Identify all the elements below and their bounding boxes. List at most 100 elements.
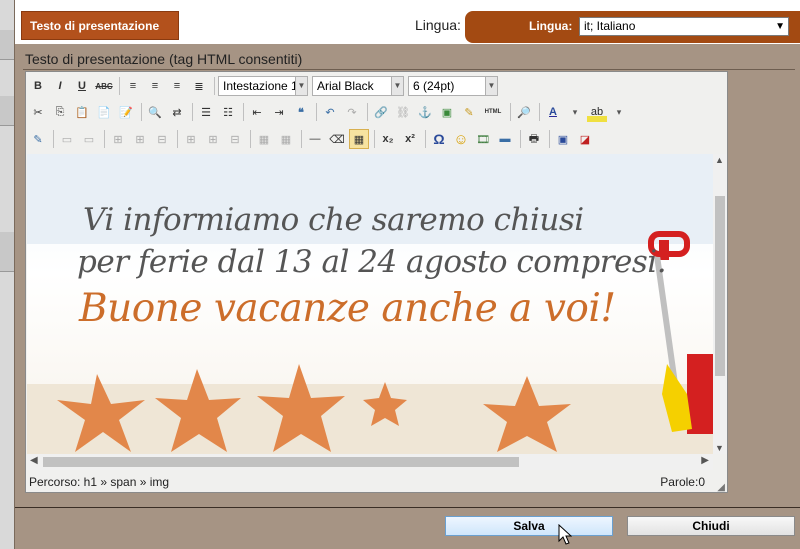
indent-icon[interactable]: ⇥ [269, 102, 289, 122]
paste-icon[interactable]: 📋 [72, 102, 92, 122]
redo-icon[interactable]: ↷ [342, 102, 362, 122]
numbered-list-icon[interactable]: ☷ [218, 102, 238, 122]
cleanup-icon[interactable]: ✎ [459, 102, 479, 122]
delete-row-icon[interactable]: ⊟ [152, 129, 172, 149]
html-source-button[interactable]: HTML [481, 102, 505, 122]
bold-button[interactable]: B [28, 76, 48, 96]
element-path[interactable]: Percorso: h1 » span » img [29, 472, 169, 492]
toolbar-row-1: B I U ABC ≡ ≡ ≡ ≣ Intestazione 1 ▼ Arial… [28, 74, 502, 98]
align-justify-icon[interactable]: ≣ [189, 76, 209, 96]
insert-row-after-icon[interactable]: ⊞ [130, 129, 150, 149]
table-icon[interactable]: ▦ [349, 129, 369, 149]
highlight-color-icon[interactable]: ab [587, 102, 607, 122]
preview-icon[interactable]: 🔎 [514, 102, 534, 122]
undo-icon[interactable]: ↶ [320, 102, 340, 122]
separator [301, 130, 302, 148]
insert-col-before-icon[interactable]: ⊞ [181, 129, 201, 149]
outdent-icon[interactable]: ⇤ [247, 102, 267, 122]
separator [374, 130, 375, 148]
language-select[interactable]: it; Italiano ▼ [579, 17, 789, 36]
horizontal-rule-icon[interactable]: — [305, 129, 325, 149]
separator [192, 103, 193, 121]
edit-icon[interactable]: ✎ [28, 129, 48, 149]
save-button[interactable]: Salva [445, 516, 613, 536]
delete-col-icon[interactable]: ⊟ [225, 129, 245, 149]
copy-icon[interactable]: ⎘ [50, 102, 70, 122]
strikethrough-button[interactable]: ABC [94, 76, 114, 96]
font-family-select[interactable]: Arial Black ▼ [312, 76, 404, 96]
chevron-down-icon: ▼ [485, 77, 497, 95]
cut-icon[interactable]: ✂ [28, 102, 48, 122]
format-select[interactable]: Intestazione 1 ▼ [218, 76, 308, 96]
separator [119, 77, 120, 95]
scroll-left-icon[interactable]: ◀ [30, 455, 38, 466]
fullscreen-icon[interactable]: ▣ [553, 129, 573, 149]
separator [549, 130, 550, 148]
align-right-icon[interactable]: ≡ [167, 76, 187, 96]
anchor-icon[interactable]: ⚓ [415, 102, 435, 122]
link-icon[interactable]: 🔗 [371, 102, 391, 122]
align-center-icon[interactable]: ≡ [145, 76, 165, 96]
font-size-select[interactable]: 6 (24pt) ▼ [408, 76, 498, 96]
content-line-1: Vi informiamo che saremo chiusi [83, 202, 584, 238]
align-left-icon[interactable]: ≡ [123, 76, 143, 96]
print-icon[interactable]: 🖶 [524, 129, 544, 149]
unlink-icon[interactable]: ⛓ [393, 102, 413, 122]
separator [316, 103, 317, 121]
table-row-icon[interactable]: ▭ [57, 129, 77, 149]
emoticon-icon[interactable]: ☺ [451, 129, 471, 149]
scroll-right-icon[interactable]: ▶ [701, 455, 709, 466]
visual-aid-icon[interactable]: ◪ [575, 129, 595, 149]
chevron-down-icon: ▼ [295, 77, 307, 95]
horizontal-scrollbar[interactable]: ◀ ▶ [27, 454, 713, 470]
chevron-down-icon[interactable]: ▾ [565, 102, 585, 122]
find-icon[interactable]: 🔍 [145, 102, 165, 122]
insert-col-after-icon[interactable]: ⊞ [203, 129, 223, 149]
pagebreak-icon[interactable]: ▬ [495, 129, 515, 149]
horizontal-scroll-thumb[interactable] [43, 457, 519, 467]
insert-row-before-icon[interactable]: ⊞ [108, 129, 128, 149]
text-color-icon[interactable]: A [543, 102, 563, 122]
separator [250, 130, 251, 148]
media-icon[interactable]: 🎞 [473, 129, 493, 149]
separator [520, 130, 521, 148]
underline-button[interactable]: U [72, 76, 92, 96]
vertical-scrollbar[interactable]: ▲ ▼ [713, 154, 727, 454]
merge-cells-icon[interactable]: ▦ [276, 129, 296, 149]
paste-text-icon[interactable]: 📄 [94, 102, 114, 122]
chevron-down-icon: ▼ [391, 77, 403, 95]
font-size-value: 6 (24pt) [413, 79, 455, 93]
separator [177, 130, 178, 148]
content-line-2: per ferie dal 13 al 24 agosto compresi. [77, 244, 667, 280]
image-icon[interactable]: ▣ [437, 102, 457, 122]
resize-grip-icon[interactable]: ◢ [717, 478, 725, 498]
subscript-button[interactable]: x₂ [378, 129, 398, 149]
presentation-text-dialog: Testo di presentazione Lingua: Lingua: i… [14, 0, 800, 549]
language-selector-box: Lingua: it; Italiano ▼ [465, 11, 800, 43]
word-count: Parole:0 [660, 475, 705, 489]
special-char-button[interactable]: Ω [429, 129, 449, 149]
lingua-label: Lingua: [415, 17, 461, 33]
eraser-icon[interactable]: ⌫ [327, 129, 347, 149]
editor-content-area[interactable]: Vi informiamo che saremo chiusi per feri… [27, 154, 713, 454]
bullet-list-icon[interactable]: ☰ [196, 102, 216, 122]
chevron-down-icon[interactable]: ▾ [609, 102, 629, 122]
paste-word-icon[interactable]: 📝 [116, 102, 136, 122]
editor-status-bar: Percorso: h1 » span » img Parole:0 ◢ [27, 472, 727, 493]
separator [243, 103, 244, 121]
separator [141, 103, 142, 121]
dialog-title-tab[interactable]: Testo di presentazione [21, 11, 179, 40]
close-button[interactable]: Chiudi [627, 516, 795, 536]
split-cells-icon[interactable]: ▦ [254, 129, 274, 149]
language-field-label: Lingua: [529, 19, 573, 33]
toolbar-row-3: ✎ ▭ ▭ ⊞ ⊞ ⊟ ⊞ ⊞ ⊟ ▦ ▦ — ⌫ ▦ x₂ x² Ω ☺ 🎞 [28, 127, 597, 151]
italic-button[interactable]: I [50, 76, 70, 96]
vertical-scroll-thumb[interactable] [715, 196, 725, 376]
chevron-down-icon: ▼ [775, 21, 785, 32]
blockquote-icon[interactable]: ❝ [291, 102, 311, 122]
superscript-button[interactable]: x² [400, 129, 420, 149]
scroll-up-icon[interactable]: ▲ [715, 155, 724, 165]
scroll-down-icon[interactable]: ▼ [715, 443, 724, 453]
table-cell-icon[interactable]: ▭ [79, 129, 99, 149]
replace-icon[interactable]: ⇄ [167, 102, 187, 122]
